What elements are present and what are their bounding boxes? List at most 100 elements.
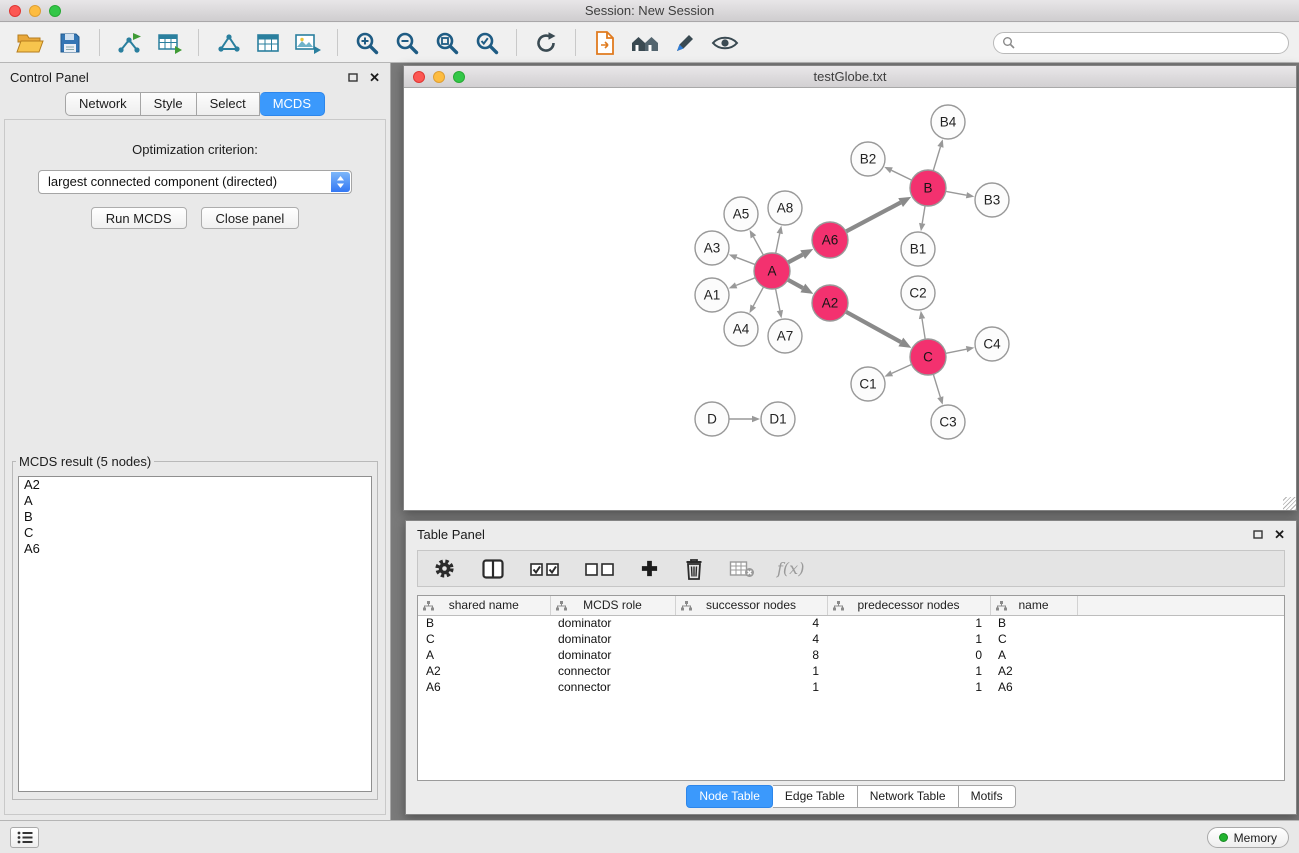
zoom-fit-content-button[interactable] — [430, 26, 464, 60]
graph-node-D[interactable]: D — [695, 402, 729, 436]
graph-node-C1[interactable]: C1 — [851, 367, 885, 401]
table-row[interactable]: Bdominator41B — [418, 615, 1284, 631]
network-window-titlebar[interactable]: testGlobe.txt — [404, 66, 1296, 88]
zoom-window-button[interactable] — [49, 5, 61, 17]
column-header-predecessor-nodes[interactable]: predecessor nodes — [827, 596, 990, 615]
mcds-result-list[interactable]: A2ABCA6 — [18, 476, 372, 792]
save-session-button[interactable] — [53, 26, 87, 60]
graph-node-C3[interactable]: C3 — [931, 405, 965, 439]
graph-node-C2[interactable]: C2 — [901, 276, 935, 310]
graph-edge-A6-B[interactable] — [845, 203, 901, 233]
function-builder-button[interactable]: f(x) — [777, 559, 804, 578]
graph-node-D1[interactable]: D1 — [761, 402, 795, 436]
control-panel-tab-network[interactable]: Network — [65, 92, 141, 116]
table-row[interactable]: A2connector11A2 — [418, 663, 1284, 679]
zoom-selected-button[interactable] — [470, 26, 504, 60]
search-input[interactable] — [1020, 36, 1280, 50]
graph-edge-A-A3[interactable] — [736, 257, 756, 265]
resize-grip[interactable] — [1283, 497, 1296, 510]
graph-edge-A-A5[interactable] — [753, 237, 763, 256]
table-settings-button[interactable] — [433, 557, 456, 580]
mcds-result-item[interactable]: A — [19, 493, 371, 509]
search-field[interactable] — [993, 32, 1289, 54]
column-header-shared-name[interactable]: shared name — [418, 596, 550, 615]
new-network-button[interactable] — [211, 26, 245, 60]
table-tab-motifs[interactable]: Motifs — [959, 785, 1016, 808]
graph-edge-A2-C[interactable] — [845, 311, 901, 342]
graph-edge-C-C2[interactable] — [922, 319, 925, 341]
graph-edge-B-B1[interactable] — [922, 205, 925, 224]
graph-node-A8[interactable]: A8 — [768, 191, 802, 225]
annotation-pen-button[interactable] — [668, 26, 702, 60]
graph-edge-A-A4[interactable] — [753, 286, 764, 306]
table-row[interactable]: Adominator80A — [418, 647, 1284, 663]
graph-node-A7[interactable]: A7 — [768, 319, 802, 353]
export-document-button[interactable] — [588, 26, 622, 60]
show-graphics-details-button[interactable] — [708, 26, 742, 60]
graph-edge-B-B2[interactable] — [891, 170, 912, 180]
close-panel-button[interactable]: Close panel — [201, 207, 300, 229]
zoom-out-button[interactable] — [390, 26, 424, 60]
memory-button[interactable]: Memory — [1207, 827, 1289, 848]
open-session-button[interactable] — [13, 26, 47, 60]
mcds-result-item[interactable]: A6 — [19, 541, 371, 557]
table-tab-node-table[interactable]: Node Table — [686, 785, 773, 808]
table-tab-network-table[interactable]: Network Table — [858, 785, 959, 808]
mcds-result-item[interactable]: A2 — [19, 477, 371, 493]
graph-node-A5[interactable]: A5 — [724, 197, 758, 231]
zoom-in-button[interactable] — [350, 26, 384, 60]
table-row[interactable]: A6connector11A6 — [418, 679, 1284, 695]
control-panel-tab-style[interactable]: Style — [141, 92, 197, 116]
control-panel-tab-mcds[interactable]: MCDS — [260, 92, 325, 116]
deselect-all-columns-button[interactable] — [585, 559, 615, 579]
close-window-button[interactable] — [9, 5, 21, 17]
apply-layout-button[interactable] — [529, 26, 563, 60]
graph-edge-A-A7[interactable] — [775, 288, 780, 311]
graph-node-C4[interactable]: C4 — [975, 327, 1009, 361]
zoom-network-window-button[interactable] — [453, 71, 465, 83]
graph-edge-A-A2[interactable] — [787, 279, 803, 288]
float-panel-icon[interactable] — [348, 73, 358, 82]
delete-column-button[interactable] — [684, 557, 704, 581]
column-header-name[interactable]: name — [990, 596, 1077, 615]
graph-node-A[interactable]: A — [754, 253, 790, 289]
graph-edge-B-B3[interactable] — [945, 191, 967, 195]
network-canvas[interactable]: B4 B2 B B3 A5 A8 A6 B1 A3 A C2 A1 A2 A4 A7 C4 C C1 C3 D D1 — [404, 89, 1296, 510]
delete-table-button[interactable] — [729, 559, 755, 579]
graph-node-A6[interactable]: A6 — [812, 222, 848, 258]
graph-edge-B-B4[interactable] — [933, 147, 941, 172]
optimization-dropdown[interactable]: largest connected component (directed) — [38, 170, 352, 194]
graph-edge-A-A1[interactable] — [736, 277, 756, 285]
control-panel-tab-select[interactable]: Select — [197, 92, 260, 116]
graph-node-B1[interactable]: B1 — [901, 232, 935, 266]
minimize-window-button[interactable] — [29, 5, 41, 17]
create-column-button[interactable] — [640, 559, 659, 578]
import-table-from-file-button[interactable] — [152, 26, 186, 60]
mcds-result-item[interactable]: B — [19, 509, 371, 525]
close-table-panel-icon[interactable]: ✕ — [1274, 528, 1285, 541]
graph-node-B2[interactable]: B2 — [851, 142, 885, 176]
home-button[interactable] — [628, 26, 662, 60]
graph-edge-A-A6[interactable] — [787, 255, 803, 263]
graph-edge-C-C3[interactable] — [933, 373, 940, 397]
column-header-successor-nodes[interactable]: successor nodes — [675, 596, 827, 615]
graph-node-A3[interactable]: A3 — [695, 231, 729, 265]
export-image-button[interactable] — [291, 26, 325, 60]
column-header-mcds-role[interactable]: MCDS role — [550, 596, 675, 615]
select-all-columns-button[interactable] — [530, 559, 560, 579]
graph-node-C[interactable]: C — [910, 339, 946, 375]
show-columns-button[interactable] — [481, 558, 505, 580]
table-tab-edge-table[interactable]: Edge Table — [773, 785, 858, 808]
import-network-from-file-button[interactable] — [112, 26, 146, 60]
minimize-network-window-button[interactable] — [433, 71, 445, 83]
graph-node-A1[interactable]: A1 — [695, 278, 729, 312]
run-mcds-button[interactable]: Run MCDS — [91, 207, 187, 229]
graph-edge-C-C1[interactable] — [892, 364, 913, 373]
graph-node-A4[interactable]: A4 — [724, 312, 758, 346]
graph-node-B3[interactable]: B3 — [975, 183, 1009, 217]
graph-node-B[interactable]: B — [910, 170, 946, 206]
graph-node-A2[interactable]: A2 — [812, 285, 848, 321]
float-table-panel-icon[interactable] — [1253, 530, 1263, 539]
close-network-window-button[interactable] — [413, 71, 425, 83]
graph-node-B4[interactable]: B4 — [931, 105, 965, 139]
